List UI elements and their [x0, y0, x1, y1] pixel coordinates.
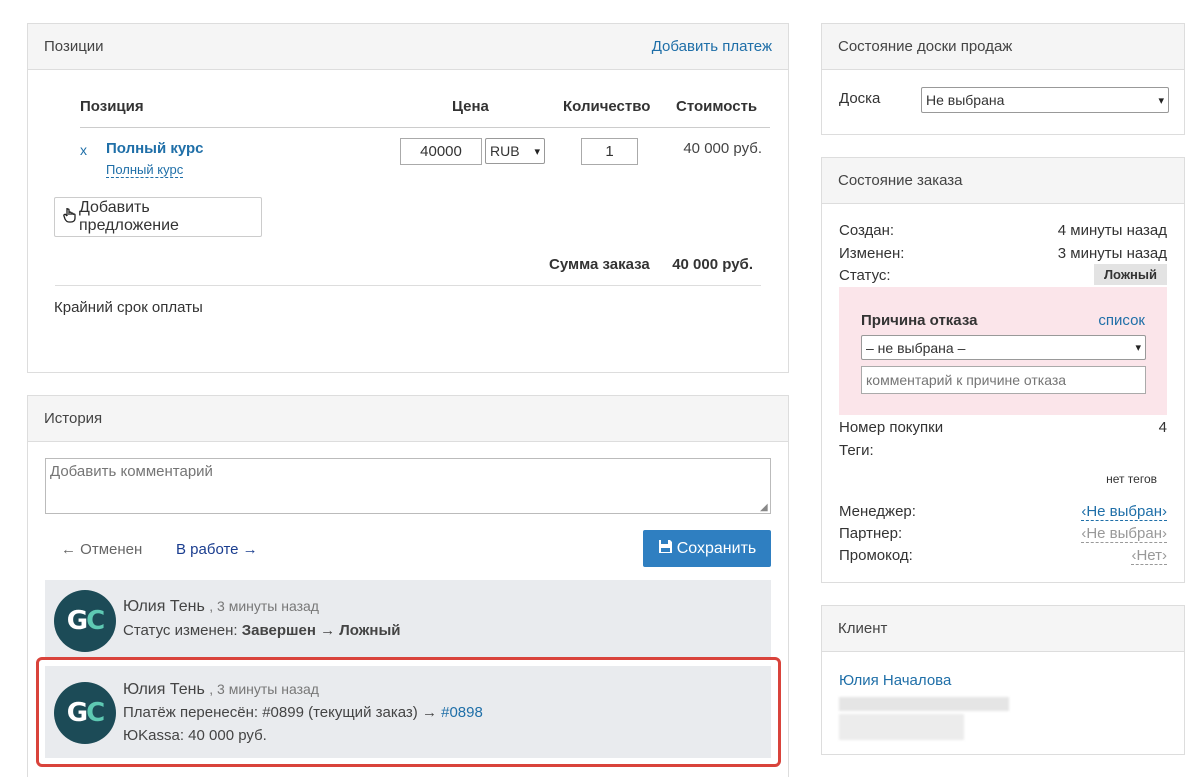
positions-table-header: Позиция Цена Количество Стоимость [80, 98, 770, 128]
history-panel: История ◢ ← Отменен В работе → Сохранить… [27, 395, 789, 777]
entry-author: Юлия Тень [123, 681, 205, 698]
order-link[interactable]: #0898 [441, 704, 483, 721]
blurred-contact [839, 697, 1009, 711]
created-value: 4 минуты назад [1057, 222, 1167, 239]
price-input[interactable] [400, 138, 482, 165]
reason-list-link[interactable]: список [1098, 312, 1145, 329]
order-state-panel: Состояние заказа Создан: 4 минуты назад … [821, 157, 1185, 583]
entry-time: , 3 минуты назад [209, 681, 319, 697]
remove-item-button[interactable]: x [80, 142, 87, 158]
no-tags-text[interactable]: нет тегов [1106, 472, 1157, 486]
rejection-reason-select[interactable]: – не выбрана – ▾ [861, 335, 1146, 360]
save-button[interactable]: Сохранить [643, 530, 771, 567]
prev-status-link[interactable]: ← Отменен [61, 541, 142, 558]
entry-time: , 3 минуты назад [209, 598, 319, 614]
entry-payment: ЮKassa: 40 000 руб. [123, 727, 267, 744]
entry-status-change: Завершен → Ложный [241, 622, 401, 639]
blurred-contact [839, 714, 964, 740]
rejection-reason-value: – не выбрана – [866, 339, 966, 356]
positions-panel: Позиции Добавить платеж Позиция Цена Кол… [27, 23, 789, 373]
add-offer-button[interactable]: Добавить предложение [54, 197, 262, 237]
manager-select-link[interactable]: ‹Не выбран› [1081, 503, 1167, 521]
purchase-number-label: Номер покупки [839, 419, 944, 436]
table-row: x Полный курс Полный курс RUB ▾ 40 000 р… [80, 136, 770, 196]
manager-row: Менеджер: ‹Не выбран› [839, 503, 1167, 521]
changed-value: 3 минуты назад [1057, 245, 1167, 262]
partner-select-link[interactable]: ‹Не выбран› [1081, 525, 1167, 543]
positions-title: Позиции [44, 38, 104, 55]
col-price: Цена [452, 98, 489, 115]
item-name-link[interactable]: Полный курс [106, 140, 204, 157]
positions-header: Позиции Добавить платеж [28, 24, 788, 70]
entry-text: Платёж перенесён: #0899 (текущий заказ) … [123, 704, 483, 721]
promo-select-link[interactable]: ‹Нет› [1131, 547, 1167, 565]
purchase-number-value: 4 [1158, 419, 1167, 436]
col-cost: Стоимость [676, 98, 758, 115]
order-total-label: Сумма заказа [549, 256, 650, 273]
promo-label: Промокод: [839, 547, 913, 564]
add-payment-link[interactable]: Добавить платеж [652, 38, 772, 55]
hand-pointer-icon [63, 207, 77, 228]
item-offer-link[interactable]: Полный курс [106, 162, 184, 178]
next-status-link[interactable]: В работе → [176, 541, 258, 558]
order-state-header: Состояние заказа [822, 158, 1184, 204]
col-qty: Количество [563, 98, 651, 115]
status-label: Статус: [839, 267, 891, 284]
avatar: GC [54, 682, 116, 744]
entry-text-prefix: Статус изменен: [123, 622, 242, 639]
item-cost: 40 000 руб. [683, 140, 762, 157]
board-label: Доска [839, 90, 881, 107]
board-select-value: Не выбрана [926, 92, 1005, 108]
col-item: Позиция [80, 98, 144, 115]
chevron-down-icon: ▾ [1158, 94, 1164, 107]
history-entry: GC Юлия Тень , 3 минуты назад Платёж пер… [45, 666, 771, 758]
changed-label: Изменен: [839, 245, 905, 262]
order-total-row: Сумма заказа 40 000 руб. [55, 256, 761, 286]
client-name-link[interactable]: Юлия Началова [839, 672, 951, 689]
board-header: Состояние доски продаж [822, 24, 1184, 70]
manager-label: Менеджер: [839, 503, 916, 520]
history-header: История [28, 396, 788, 442]
board-panel: Состояние доски продаж Доска Не выбрана … [821, 23, 1185, 135]
client-title: Клиент [838, 620, 888, 637]
add-offer-label: Добавить предложение [79, 199, 179, 234]
comment-input[interactable] [45, 458, 771, 514]
save-label: Сохранить [676, 539, 757, 557]
client-panel: Клиент Юлия Началова [821, 605, 1185, 755]
created-row: Создан: 4 минуты назад [839, 222, 1167, 239]
status-badge[interactable]: Ложный [1093, 264, 1167, 285]
order-total-value: 40 000 руб. [672, 256, 753, 273]
purchase-number-row: Номер покупки 4 [839, 419, 1167, 436]
avatar: GC [54, 590, 116, 652]
currency-value: RUB [490, 143, 520, 159]
entry-author-line: Юлия Тень , 3 минуты назад [123, 681, 319, 699]
currency-select[interactable]: RUB ▾ [485, 138, 545, 164]
rejection-comment-input[interactable] [861, 366, 1146, 394]
entry-author: Юлия Тень [123, 598, 205, 615]
entry-author-line: Юлия Тень , 3 минуты назад [123, 598, 319, 616]
created-label: Создан: [839, 222, 895, 239]
resize-grip-icon: ◢ [760, 502, 768, 513]
partner-row: Партнер: ‹Не выбран› [839, 525, 1167, 543]
entry-text: Статус изменен: Завершен → Ложный [123, 622, 400, 639]
board-select[interactable]: Не выбрана ▾ [921, 87, 1169, 113]
partner-label: Партнер: [839, 525, 903, 542]
chevron-down-icon: ▾ [534, 145, 540, 158]
payment-deadline-label[interactable]: Крайний срок оплаты [54, 299, 203, 316]
entry-text-prefix: Платёж перенесён: #0899 (текущий заказ) … [123, 704, 442, 721]
order-state-title: Состояние заказа [838, 172, 963, 189]
floppy-disk-icon [658, 539, 673, 559]
quantity-input[interactable] [581, 138, 638, 165]
promo-row: Промокод: ‹Нет› [839, 547, 1167, 565]
chevron-down-icon: ▾ [1135, 342, 1141, 354]
history-entry: GC Юлия Тень , 3 минуты назад Статус изм… [45, 580, 771, 658]
tags-label: Теги: [839, 442, 874, 459]
client-header: Клиент [822, 606, 1184, 652]
changed-row: Изменен: 3 минуты назад [839, 245, 1167, 262]
rejection-reason-box: Причина отказа список – не выбрана – ▾ [839, 287, 1167, 415]
history-title: История [44, 410, 103, 427]
rejection-reason-title: Причина отказа [861, 312, 978, 329]
board-title: Состояние доски продаж [838, 38, 1013, 55]
